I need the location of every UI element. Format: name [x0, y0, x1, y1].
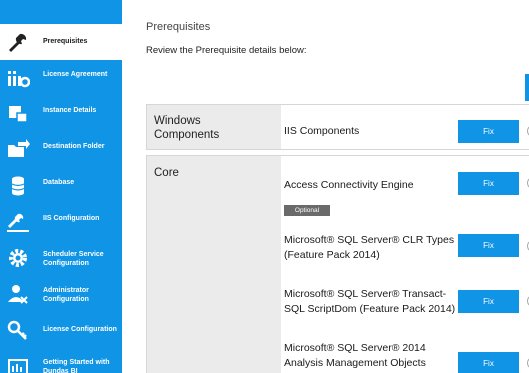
sidebar-item-getting-started[interactable]: Getting Started with Dundas BI: [0, 348, 122, 373]
main-panel: Prerequisites Review the Prerequisite de…: [122, 0, 529, 373]
sidebar-item-label: License Configuration: [43, 326, 117, 333]
section-title: Core: [154, 167, 179, 179]
fix-button[interactable]: Fix: [458, 290, 519, 313]
fix-button[interactable]: Fix: [458, 172, 519, 195]
sidebar-item-database[interactable]: Database: [0, 168, 122, 204]
sidebar-item-label: Database: [43, 179, 75, 186]
sidebar-item-license-configuration[interactable]: License Configuration: [0, 312, 122, 348]
sidebar-item-scheduler-service-configuration[interactable]: Scheduler Service Configuration: [0, 240, 122, 276]
tools-icon: [6, 30, 30, 54]
key-icon: [6, 318, 30, 342]
administrator-icon: [6, 282, 30, 306]
section-title: Windows Components: [154, 115, 220, 141]
sidebar-item-license-agreement[interactable]: License Agreement: [0, 60, 122, 96]
license-agreement-icon: [6, 66, 30, 90]
sidebar-item-instance-details[interactable]: Instance Details: [0, 96, 122, 132]
iis-configuration-icon: [6, 210, 30, 234]
section-header: [147, 156, 281, 373]
getting-started-icon: [6, 354, 30, 373]
sidebar-item-label: Getting Started with Dundas BI: [43, 359, 110, 373]
prerequisite-label: IIS Components: [284, 125, 360, 137]
sidebar: Prerequisites License Agreement Instance…: [0, 0, 122, 373]
sidebar-item-destination-folder[interactable]: Destination Folder: [0, 132, 122, 168]
optional-badge: Optional: [284, 205, 330, 216]
prerequisite-label: Microsoft® SQL Server® Transact-SQL Scri…: [284, 288, 456, 315]
section-windows-components: Windows Components IIS Components Fix: [146, 104, 529, 150]
fix-all-button[interactable]: [525, 74, 529, 101]
scheduler-gear-icon: [6, 246, 30, 270]
prerequisite-label: Access Connectivity Engine: [284, 179, 414, 191]
page-title: Prerequisites: [146, 21, 211, 33]
sidebar-item-iis-configuration[interactable]: IIS Configuration: [0, 204, 122, 240]
prerequisite-label: Microsoft® SQL Server® CLR Types (Featur…: [284, 234, 455, 261]
fix-button[interactable]: Fix: [458, 352, 519, 373]
destination-folder-icon: [6, 138, 30, 162]
prerequisite-label: Microsoft® SQL Server® 2014 Analysis Man…: [284, 342, 426, 369]
sidebar-item-label: Destination Folder: [43, 143, 105, 150]
installer-window: Prerequisites License Agreement Instance…: [0, 0, 529, 373]
database-icon: [6, 174, 30, 198]
sidebar-item-label: License Agreement: [43, 71, 108, 78]
sidebar-item-label: Prerequisites: [43, 38, 88, 45]
sidebar-item-prerequisites[interactable]: Prerequisites: [0, 24, 122, 60]
fix-button[interactable]: Fix: [458, 234, 519, 257]
fix-button[interactable]: Fix: [458, 120, 519, 143]
sidebar-item-label: Administrator Configuration: [43, 287, 89, 303]
sidebar-item-administrator-configuration[interactable]: Administrator Configuration: [0, 276, 122, 312]
sidebar-item-label: Instance Details: [43, 107, 97, 114]
sidebar-item-label: IIS Configuration: [43, 215, 100, 222]
sidebar-item-label: Scheduler Service Configuration: [43, 251, 104, 267]
instance-details-icon: [6, 102, 30, 126]
section-core: Core Access Connectivity Engine Optional…: [146, 155, 529, 373]
page-subtitle: Review the Prerequisite details below:: [146, 45, 307, 56]
